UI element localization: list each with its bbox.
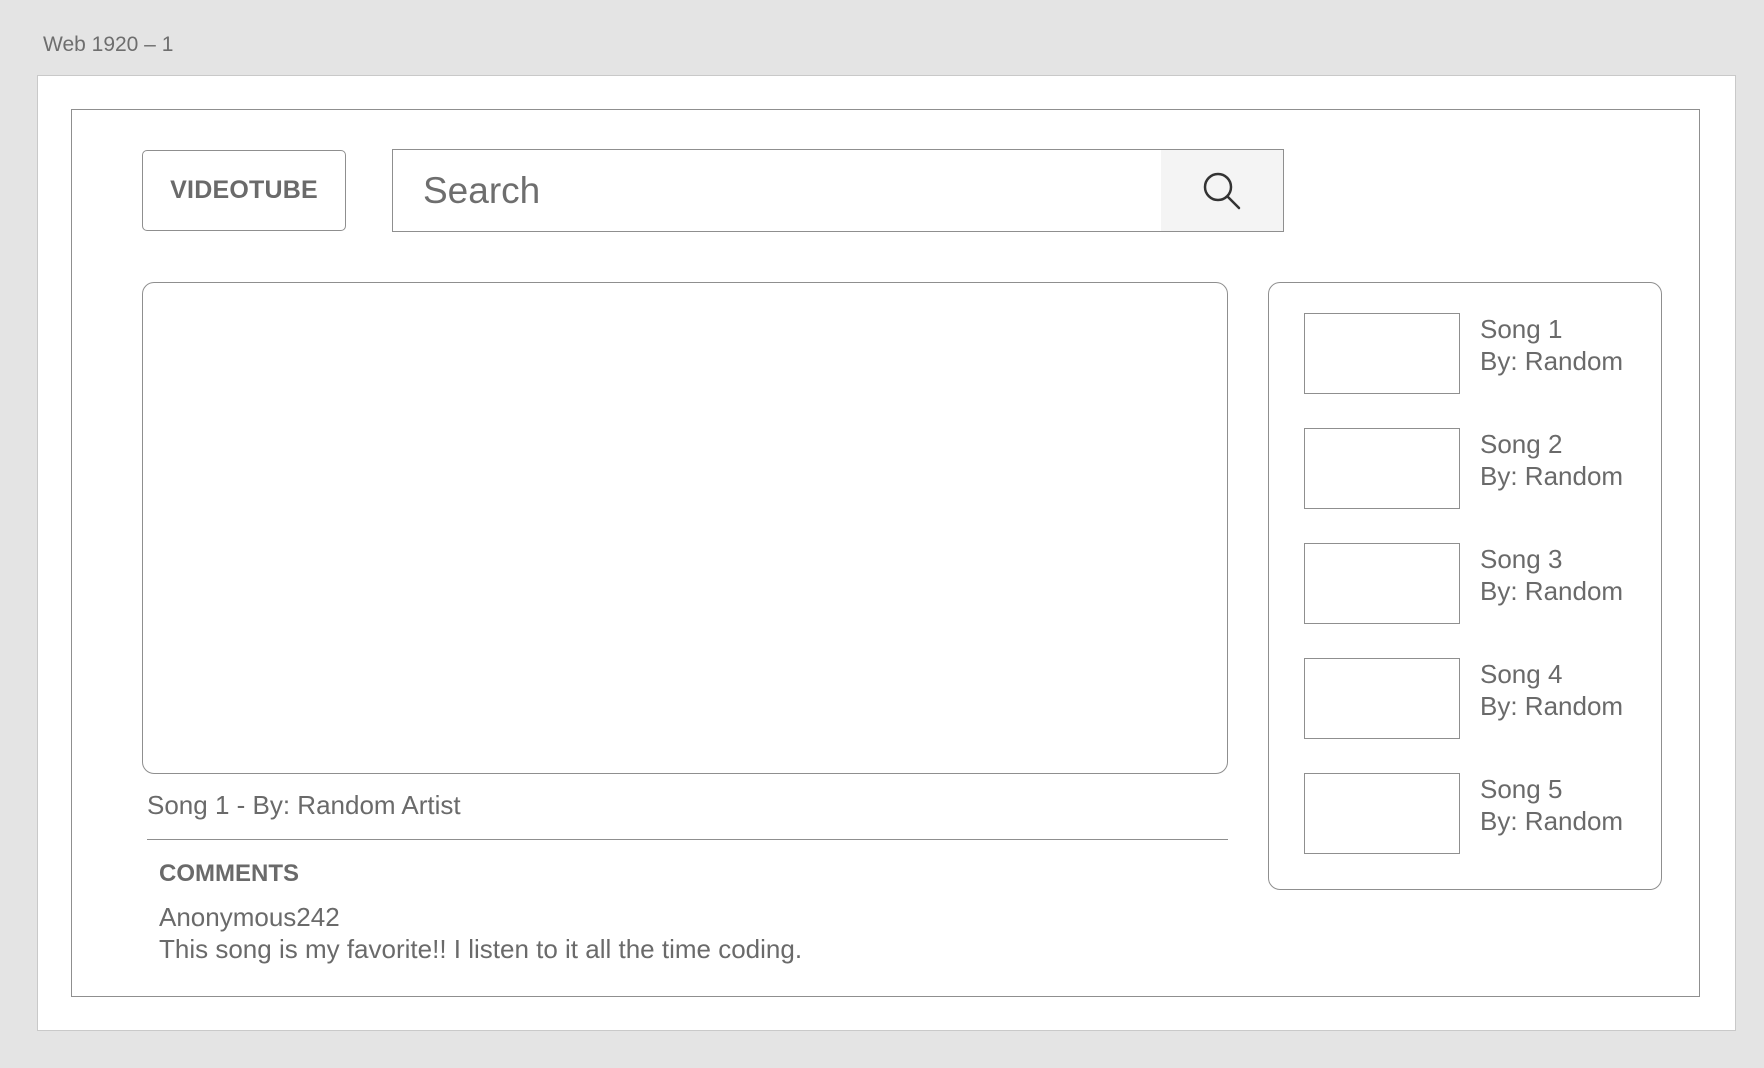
song-artist: By: Random — [1480, 346, 1624, 376]
video-thumbnail[interactable] — [1304, 773, 1460, 854]
song-title: Song 4 — [1480, 659, 1563, 689]
song-artist: By: Random — [1480, 576, 1624, 606]
artboard-title: Web 1920 – 1 — [43, 33, 174, 56]
logo-button[interactable]: VIDEOTUBE — [142, 150, 346, 231]
song-title: Song 1 — [1480, 314, 1563, 344]
search-input[interactable] — [393, 150, 1161, 231]
song-artist: By: Random — [1480, 806, 1624, 836]
song-artist: By: Random — [1480, 691, 1624, 721]
song-title: Song 2 — [1480, 429, 1563, 459]
video-thumbnail[interactable] — [1304, 428, 1460, 509]
playlist-item-song-4[interactable]: Song 4 By: Random — [1269, 658, 1661, 773]
comments-heading: COMMENTS — [159, 860, 299, 887]
song-title: Song 5 — [1480, 774, 1563, 804]
video-player[interactable] — [142, 282, 1228, 774]
video-thumbnail[interactable] — [1304, 313, 1460, 394]
video-thumbnail[interactable] — [1304, 658, 1460, 739]
song-title: Song 3 — [1480, 544, 1563, 574]
video-thumbnail[interactable] — [1304, 543, 1460, 624]
song-artist: By: Random — [1480, 461, 1624, 491]
playlist-item-song-3[interactable]: Song 3 By: Random — [1269, 543, 1661, 658]
page-frame: VIDEOTUBE Song 1 - By: Random Artist COM… — [71, 109, 1700, 997]
artboard: VIDEOTUBE Song 1 - By: Random Artist COM… — [37, 75, 1736, 1031]
comment: Anonymous242 This song is my favorite!! … — [159, 901, 802, 965]
playlist-item-song-2[interactable]: Song 2 By: Random — [1269, 428, 1661, 543]
video-title: Song 1 - By: Random Artist — [147, 790, 461, 820]
comment-text: This song is my favorite!! I listen to i… — [159, 934, 803, 964]
search-bar — [392, 149, 1284, 232]
search-button[interactable] — [1161, 150, 1283, 231]
playlist-item-song-5[interactable]: Song 5 By: Random — [1269, 773, 1661, 888]
comment-author: Anonymous242 — [159, 902, 340, 932]
search-icon — [1203, 172, 1241, 209]
divider — [147, 839, 1228, 840]
playlist-item-song-1[interactable]: Song 1 By: Random — [1269, 313, 1661, 428]
playlist-panel: Song 1 By: Random Song 2 By: Random Song… — [1268, 282, 1662, 890]
